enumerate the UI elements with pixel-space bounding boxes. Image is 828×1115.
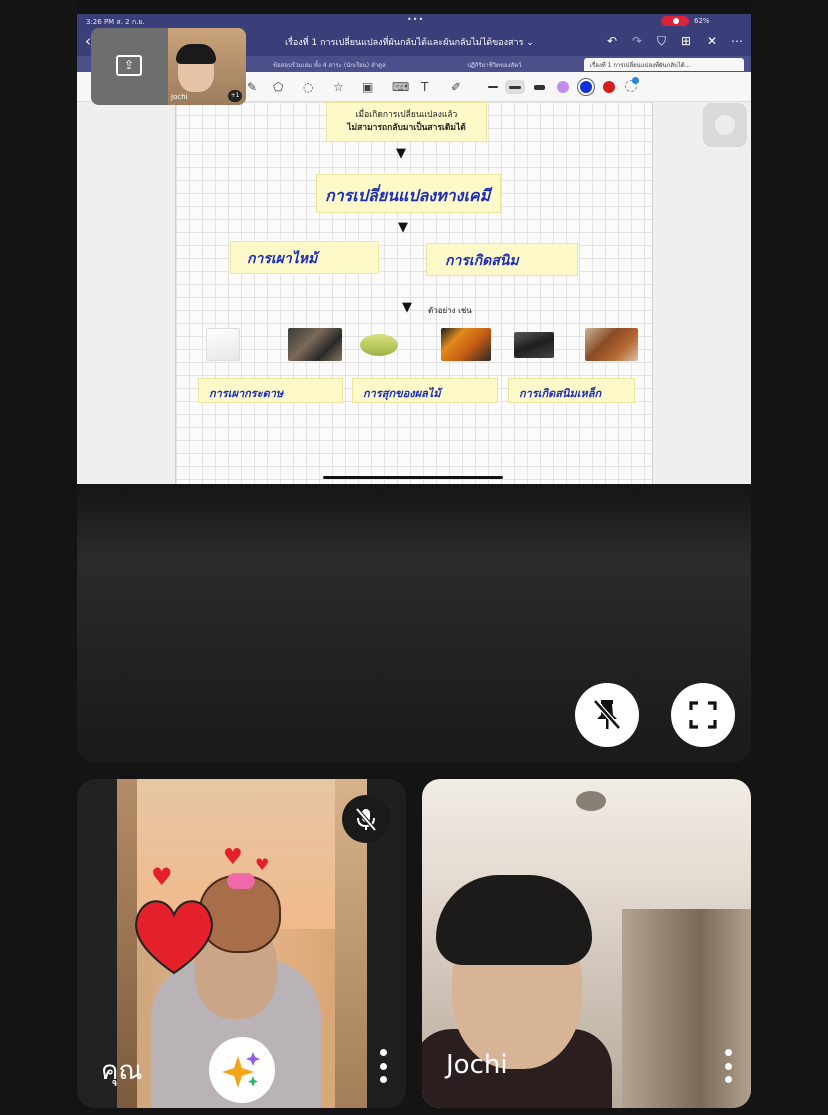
pen-size-medium-mark	[509, 86, 521, 89]
sticker-bow	[227, 873, 255, 889]
keyboard-tool-icon[interactable]: ⌨	[392, 80, 409, 94]
dot	[724, 1062, 732, 1070]
arrow-down-icon: ▼	[398, 220, 408, 235]
picture-in-picture[interactable]: ⇪ Jochi +1	[91, 28, 246, 105]
participant-tile-jochi[interactable]: Jochi	[422, 779, 751, 1108]
text-tool-icon[interactable]: T	[421, 80, 428, 94]
note-combustion: การเผาไหม้	[230, 241, 379, 274]
ipad-status-bar: 3:26 PM ส. 2 ก.ย. ••• 62%	[77, 14, 751, 28]
arrow-down-icon: ▼	[396, 146, 406, 161]
person-hair	[436, 875, 592, 965]
note-box-irreversible: เมื่อเกิดการเปลี่ยนแปลงแล้ว ไม่สามารถกลั…	[326, 102, 487, 142]
image-papaya	[441, 328, 491, 361]
assistive-touch-button[interactable]	[703, 103, 747, 147]
small-heart-icon: ♥	[255, 855, 270, 874]
note-fruit-ripening: การสุกของผลไม้	[352, 378, 498, 403]
redo-icon[interactable]: ↷	[632, 34, 642, 48]
participant-tile-self[interactable]: ♥ ♥ ♥ คุณ	[77, 779, 406, 1108]
pip-participant-name: Jochi	[171, 93, 188, 101]
sparkle-effects-icon	[222, 1052, 260, 1088]
example-label: ตัวอย่าง เช่น	[428, 306, 472, 315]
note-box1-line1: เมื่อเกิดการเปลี่ยนแปลงแล้ว	[355, 110, 458, 120]
dot	[379, 1049, 387, 1056]
dot	[379, 1076, 387, 1083]
more-options-self-button[interactable]	[375, 1049, 391, 1083]
add-color-icon[interactable]	[625, 77, 639, 92]
lasso-tool-icon[interactable]: ◌	[303, 80, 313, 94]
pip-more-count: +1	[228, 90, 242, 102]
note-box1-line2: ไม่สามารถกลับมาเป็นสารเดิมได้	[347, 123, 466, 133]
effects-button[interactable]	[209, 1037, 275, 1103]
fullscreen-icon	[689, 701, 717, 729]
pin-off-icon	[593, 699, 621, 730]
shapes-tool-icon[interactable]: ⬠	[273, 80, 283, 94]
presentation-stage[interactable]: 3:26 PM ส. 2 ก.ย. ••• 62% ‹ เรื่องที่ 1 …	[77, 0, 751, 763]
fullscreen-button[interactable]	[671, 683, 735, 747]
status-time: 3:26 PM ส. 2 ก.ย.	[86, 18, 145, 26]
image-rusty-chain	[585, 328, 638, 361]
dot	[724, 1076, 732, 1083]
more-options-icon[interactable]: ⋯	[731, 34, 743, 48]
more-options-jochi-button[interactable]	[720, 1049, 736, 1083]
note-iron-rusting: การเกิดสนิมเหล็ก	[508, 378, 635, 403]
image-burning-paper	[288, 328, 342, 361]
note-burning-paper: การเผากระดาษ	[198, 378, 343, 403]
pip-share-panel: ⇪	[91, 28, 168, 105]
whiteboard-canvas[interactable]: เมื่อเกิดการเปลี่ยนแปลงแล้ว ไม่สามารถกลั…	[175, 102, 653, 484]
pen-tool-icon[interactable]: ✎	[247, 80, 257, 94]
arrow-down-icon: ▼	[402, 300, 412, 315]
add-page-icon[interactable]: ⊞	[681, 34, 691, 48]
small-heart-icon: ♥	[151, 863, 173, 891]
participant-name-self: คุณ	[101, 1056, 143, 1086]
pen-size-thick[interactable]	[534, 85, 545, 90]
pip-video: Jochi +1	[168, 28, 246, 105]
battery-level: 62%	[694, 17, 710, 25]
color-swatch-blue[interactable]	[580, 81, 592, 93]
stage-top-strip	[77, 0, 751, 14]
document-title[interactable]: เรื่องที่ 1 การเปลี่ยนแปลงที่ผันกลับได้แ…	[285, 35, 543, 49]
tab-current-lesson[interactable]: เรื่องที่ 1 การเปลี่ยนแปลงที่ผันกลับได้.…	[584, 58, 744, 71]
sticker-tool-icon[interactable]: ☆	[333, 80, 344, 94]
sticker-heart-icon	[135, 900, 213, 975]
tab-animal-life[interactable]: ปฏิกิริยาชีวิตของสัตว์	[461, 58, 561, 71]
mic-off-icon	[355, 807, 377, 832]
multitask-dots: •••	[407, 15, 425, 24]
bookmark-icon[interactable]: ⛉	[657, 34, 666, 49]
record-dot-icon	[673, 18, 679, 24]
participant-name-jochi: Jochi	[446, 1050, 508, 1080]
pen-size-thin[interactable]	[488, 86, 498, 88]
shared-screen: 3:26 PM ส. 2 ก.ย. ••• 62% ‹ เรื่องที่ 1 …	[77, 14, 751, 484]
image-paper-stack	[206, 328, 240, 361]
color-swatch-red[interactable]	[603, 81, 615, 93]
note-rusting: การเกิดสนิม	[426, 243, 578, 276]
close-icon[interactable]: ✕	[707, 34, 717, 48]
image-tool-icon[interactable]: ▣	[362, 80, 373, 94]
home-indicator	[323, 476, 503, 479]
page-margin-right	[653, 102, 751, 484]
unpin-button[interactable]	[575, 683, 639, 747]
image-banana	[360, 334, 398, 356]
dot	[724, 1049, 732, 1056]
color-swatch-purple[interactable]	[557, 81, 569, 93]
dot	[379, 1062, 387, 1070]
meeting-screen: 3:26 PM ส. 2 ก.ย. ••• 62% ‹ เรื่องที่ 1 …	[0, 0, 828, 1115]
undo-icon[interactable]: ↶	[607, 34, 617, 48]
image-steel-bars	[514, 332, 554, 358]
mic-muted-badge	[342, 795, 390, 843]
small-heart-icon: ♥	[223, 845, 243, 870]
tab-exam-book[interactable]: ข้อสอบร้วมเล่ม ทั้ง 4 สาระ (นักเรียน) ลำ…	[267, 58, 417, 71]
laser-pointer-icon[interactable]: ✐	[451, 80, 461, 94]
screen-share-icon: ⇪	[116, 55, 142, 76]
pip-person-hair	[176, 44, 216, 64]
page-margin-left	[77, 102, 175, 484]
ceiling-light	[576, 791, 606, 811]
note-chemical-change: การเปลี่ยนแปลงทางเคมี	[316, 174, 501, 213]
